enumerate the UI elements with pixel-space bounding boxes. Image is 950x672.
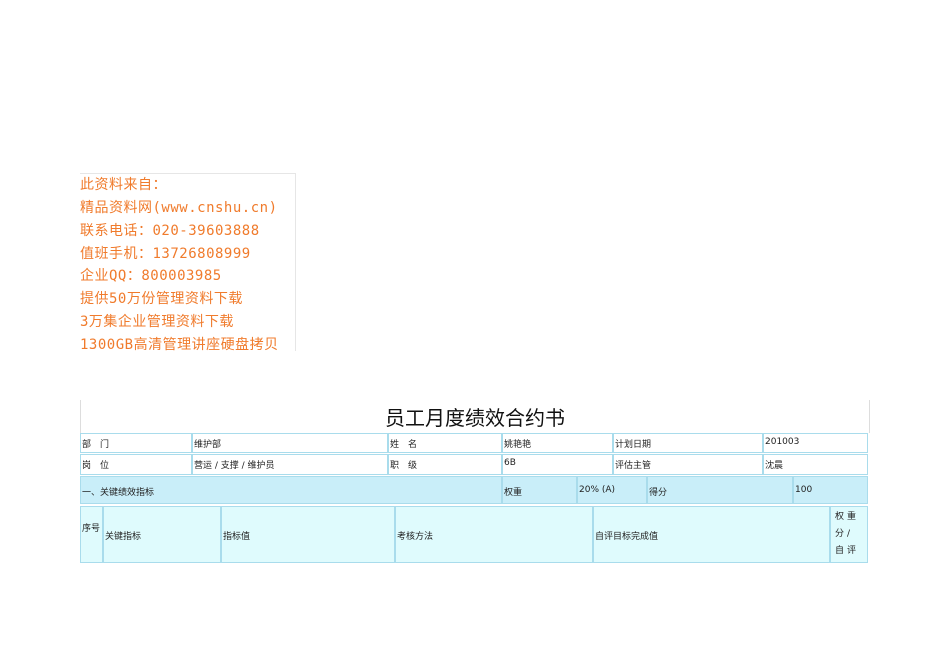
ad-line: 1300GB高清管理讲座硬盘拷贝 — [80, 337, 279, 353]
label-plan-date: 计划日期 — [613, 433, 763, 453]
label-weight: 权重 — [502, 476, 577, 504]
col-header-weighted-score: 权重分/自评分/评 — [830, 506, 868, 563]
col-header-index: 序号 — [80, 506, 103, 563]
value-department: 维护部 — [192, 433, 388, 453]
value-score: 100 — [793, 476, 868, 504]
value-weight: 20% (A) — [577, 476, 647, 504]
ad-line: 联系电话：020-39603888 — [80, 223, 260, 239]
value-plan-date: 201003 — [763, 433, 868, 453]
label-name: 姓 名 — [388, 433, 502, 453]
col-header-method: 考核方法 — [395, 506, 593, 563]
ad-line: 3万集企业管理资料下载 — [80, 314, 234, 330]
ad-line: 精品资料网(www.cnshu.cn) — [80, 200, 278, 216]
section-kpi-heading: 一、关键绩效指标 — [80, 476, 502, 504]
label-score: 得分 — [647, 476, 793, 504]
col-header-target: 指标值 — [221, 506, 395, 563]
ad-line: 企业QQ：800003985 — [80, 268, 222, 284]
col-header-kpi: 关键指标 — [103, 506, 221, 563]
title-frame: 员工月度绩效合约书 — [80, 400, 870, 433]
col-header-self-eval: 自评目标完成值 — [593, 506, 830, 563]
ad-line: 值班手机：13726808999 — [80, 246, 251, 262]
ad-line: 提供50万份管理资料下载 — [80, 291, 243, 307]
value-position: 营运 / 支撑 / 维护员 — [192, 454, 388, 475]
label-supervisor: 评估主管 — [613, 454, 763, 475]
source-info-box: 此资料来自： 精品资料网(www.cnshu.cn) 联系电话：020-3960… — [80, 173, 296, 353]
page-title: 员工月度绩效合约书 — [385, 406, 565, 430]
label-position: 岗 位 — [80, 454, 192, 475]
label-grade: 职 级 — [388, 454, 502, 475]
value-name: 姚艳艳 — [502, 433, 613, 453]
value-supervisor: 沈晨 — [763, 454, 868, 475]
label-department: 部 门 — [80, 433, 192, 453]
ad-line: 此资料来自： — [80, 177, 167, 193]
value-grade: 6B — [502, 454, 613, 475]
